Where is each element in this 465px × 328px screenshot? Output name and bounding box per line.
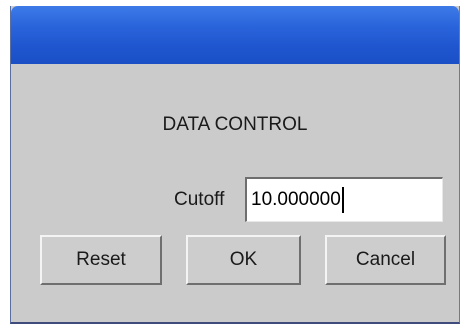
ok-button[interactable]: OK <box>186 235 301 285</box>
reset-button[interactable]: Reset <box>40 235 162 285</box>
title-bar[interactable] <box>11 6 459 64</box>
cutoff-label: Cutoff <box>174 189 225 210</box>
dialog-heading: DATA CONTROL <box>162 114 308 135</box>
text-caret <box>341 187 344 213</box>
cutoff-input[interactable]: 10.000000 <box>245 177 443 222</box>
cancel-button[interactable]: Cancel <box>325 235 446 285</box>
cutoff-value: 10.000000 <box>251 189 341 210</box>
data-control-dialog: DATA CONTROL Cutoff 10.000000 Reset OK C… <box>10 6 460 324</box>
